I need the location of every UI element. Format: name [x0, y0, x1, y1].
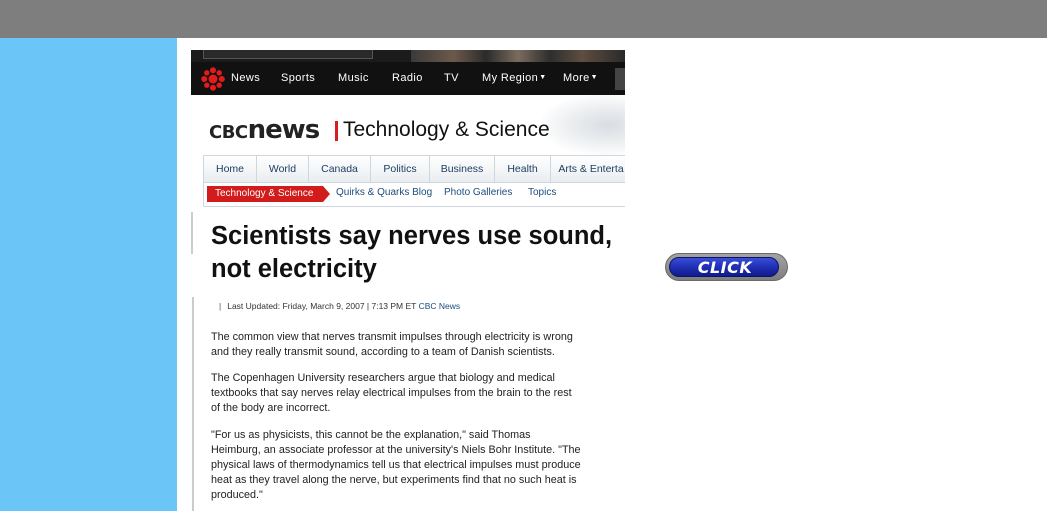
body-rule	[192, 297, 194, 511]
section-subnav: Home World Canada Politics Business Heal…	[203, 155, 625, 207]
article-screenshot: News Sports Music Radio TV My Region▼ Mo…	[191, 50, 625, 511]
article-paragraph: The Copenhagen University researchers ar…	[211, 372, 572, 414]
cbc-gem-icon	[201, 67, 225, 91]
section-title: Technology & Science	[343, 118, 550, 141]
article-paragraph: "For us as physicists, this cannot be th…	[211, 429, 581, 501]
nav-more-label: More	[563, 72, 590, 84]
click-button[interactable]: CLICK	[665, 253, 788, 281]
tab-politics[interactable]: Politics	[371, 156, 430, 183]
nav-my-region-label: My Region	[482, 72, 539, 84]
tab-row: Home World Canada Politics Business Heal…	[204, 156, 625, 183]
cbc-nav-bar: News Sports Music Radio TV My Region▼ Mo…	[191, 62, 625, 95]
left-panel	[0, 38, 177, 511]
click-button-face: CLICK	[669, 257, 779, 277]
nav-my-region[interactable]: My Region▼	[482, 72, 547, 84]
article-paragraph: The common view that nerves transmit imp…	[211, 331, 573, 358]
source-link[interactable]: CBC News	[419, 301, 461, 311]
top-bar	[0, 0, 1047, 38]
link-topics[interactable]: Topics	[528, 187, 556, 198]
logo-cbc-text: CBC	[209, 122, 248, 143]
tab-business[interactable]: Business	[430, 156, 495, 183]
top-strip	[191, 50, 625, 62]
updated-text: Last Updated: Friday, March 9, 2007 | 7:…	[227, 301, 417, 311]
header-photo	[411, 50, 625, 62]
tab-canada[interactable]: Canada	[309, 156, 371, 183]
caret-down-icon: ▼	[539, 74, 547, 81]
nav-sports[interactable]: Sports	[281, 72, 315, 84]
last-updated: | Last Updated: Friday, March 9, 2007 | 7…	[219, 301, 460, 311]
tab-arts-entertainment[interactable]: Arts & Enterta	[551, 156, 625, 183]
headline-rule	[191, 212, 193, 254]
section-red-bar	[335, 121, 338, 141]
click-button-label: CLICK	[697, 258, 753, 277]
link-quirks-quarks-blog[interactable]: Quirks & Quarks Blog	[336, 187, 432, 198]
header-decoration	[541, 95, 625, 155]
updated-pipe: |	[219, 301, 222, 311]
tab-health[interactable]: Health	[495, 156, 551, 183]
section-header: CBCnews Technology & Science	[191, 95, 625, 155]
caret-down-icon: ▼	[590, 74, 599, 81]
tab-technology-science-active[interactable]: Technology & Science	[207, 186, 331, 202]
nav-music[interactable]: Music	[338, 72, 369, 84]
article-headline: Scientists say nerves use sound, not ele…	[211, 222, 613, 283]
nav-more[interactable]: More▼	[563, 72, 598, 84]
tab-home[interactable]: Home	[204, 156, 257, 183]
nav-news[interactable]: News	[231, 72, 260, 84]
tab-world[interactable]: World	[257, 156, 309, 183]
logo-news-text: news	[247, 115, 321, 145]
link-photo-galleries[interactable]: Photo Galleries	[444, 187, 512, 198]
nav-tv[interactable]: TV	[444, 72, 459, 84]
nav-radio[interactable]: Radio	[392, 72, 423, 84]
nav-search-stub	[615, 68, 625, 90]
cbc-news-logo[interactable]: CBCnews	[209, 115, 321, 145]
search-box	[203, 50, 373, 59]
